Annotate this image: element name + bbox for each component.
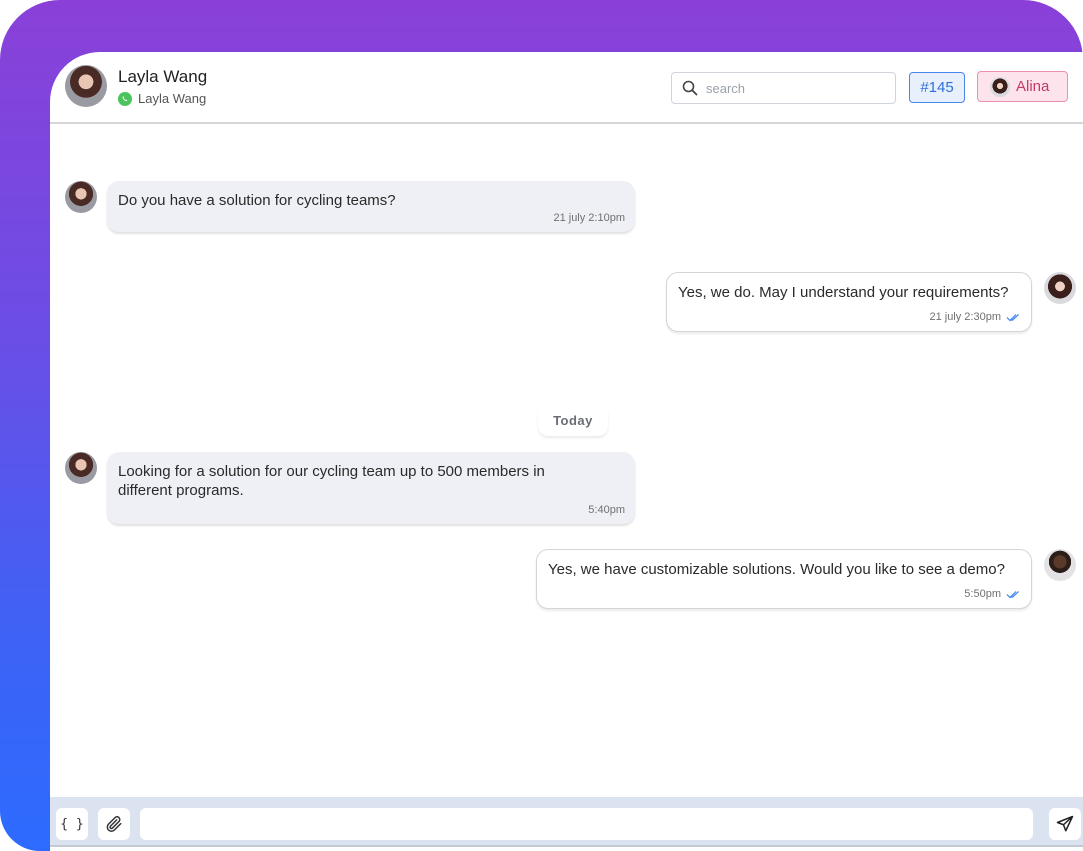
assignee-avatar [990,76,1010,97]
assignee-name: Alina [1016,78,1050,95]
send-icon [1056,815,1074,832]
chat-header: Layla Wang Layla Wang #145 Alina [50,52,1083,124]
message-time: 5:40pm [588,504,625,516]
message-text: Yes, we do. May I understand your requir… [678,284,1009,301]
message-input[interactable] [140,808,1033,840]
assignee-badge[interactable]: Alina [977,71,1068,102]
sender-avatar [65,452,97,484]
send-button[interactable] [1049,808,1081,840]
message-text: Do you have a solution for cycling teams… [118,192,396,209]
ticket-id-badge[interactable]: #145 [909,72,965,103]
message-list: Do you have a solution for cycling teams… [50,126,1083,796]
message-time: 21 july 2:10pm [553,212,625,224]
double-check-icon [1006,590,1019,598]
double-check-icon [1006,313,1019,321]
channel-label: Layla Wang [138,91,207,106]
contact-avatar [65,65,107,107]
message-time: 5:50pm [964,588,1001,600]
sender-avatar [1044,549,1076,581]
message-composer: { } [50,797,1083,847]
whatsapp-icon [118,91,132,106]
message-bubble: Do you have a solution for cycling teams… [107,181,635,232]
contact-name: Layla Wang [118,67,208,86]
paperclip-icon [106,816,122,832]
sender-avatar [65,181,97,213]
variables-button[interactable]: { } [56,808,88,840]
sender-avatar [1044,272,1076,304]
braces-icon: { } [60,816,84,832]
message-bubble: Yes, we have customizable solutions. Wou… [536,549,1032,609]
message-bubble: Looking for a solution for our cycling t… [107,452,635,524]
message-bubble: Yes, we do. May I understand your requir… [666,272,1032,332]
date-separator: Today [538,404,608,436]
contact-channel: Layla Wang [118,91,206,106]
chat-panel: Layla Wang Layla Wang #145 Alina Do you … [50,52,1083,851]
search-icon [682,80,698,96]
message-time: 21 july 2:30pm [929,311,1001,323]
search-input[interactable] [706,80,876,96]
message-text: Looking for a solution for our cycling t… [118,463,545,499]
message-text: Yes, we have customizable solutions. Wou… [548,561,1005,578]
attach-button[interactable] [98,808,130,840]
search-field[interactable] [671,72,896,104]
